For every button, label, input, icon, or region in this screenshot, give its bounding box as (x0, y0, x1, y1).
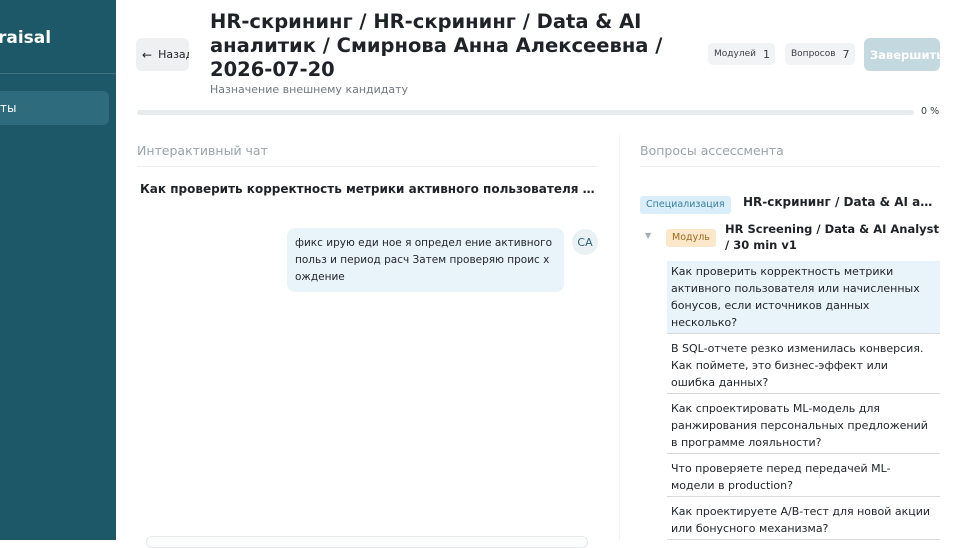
back-button[interactable]: ← Назад (136, 38, 189, 71)
assessment-divider (640, 166, 940, 167)
brand-logo-text: raisal (0, 28, 52, 48)
modules-count-chip: Модулей 1 (708, 43, 775, 65)
question-list: Как проверить корректность метрики актив… (667, 261, 940, 544)
question-item-3[interactable]: Как спроектировать ML-модель для ранжиро… (667, 398, 940, 454)
back-button-label: Назад (158, 48, 189, 61)
progress-percent: 0 % (921, 106, 940, 117)
questions-label: Вопросов (791, 49, 836, 59)
chat-input[interactable] (146, 536, 588, 548)
arrow-left-icon: ← (142, 47, 153, 62)
modules-label: Модулей (714, 49, 756, 59)
panel-divider (619, 135, 620, 540)
sidebar-divider (0, 73, 116, 74)
chevron-down-icon[interactable]: ▼ (645, 231, 651, 240)
sidebar-item-active[interactable]: ты (0, 91, 109, 125)
progress-bar (137, 110, 914, 115)
finish-button[interactable]: Завершить (864, 38, 943, 71)
specialization-name: HR-скрининг / Data & AI аналитик (743, 195, 939, 209)
chat-current-question: Как проверить корректность метрики актив… (140, 182, 595, 196)
assessment-heading: Вопросы ассессмента (640, 143, 784, 158)
question-item-2[interactable]: В SQL-отчете резко изменилась конверсия.… (667, 338, 940, 394)
question-item-1[interactable]: Как проверить корректность метрики актив… (667, 261, 940, 334)
module-badge: Модуль (666, 229, 716, 247)
page-subtitle: Назначение внешнему кандидату (210, 83, 409, 96)
chat-heading: Интерактивный чат (137, 143, 268, 158)
sidebar: raisal ты (0, 0, 116, 540)
chat-divider (137, 166, 597, 167)
modules-count: 1 (762, 47, 770, 61)
question-item-4[interactable]: Что проверяете перед передачей ML-модели… (667, 458, 940, 497)
module-name: HR Screening / Data & AI Analyst / 30 mi… (725, 222, 940, 252)
questions-count: 7 (842, 47, 850, 61)
specialization-badge: Специализация (640, 196, 731, 214)
question-item-5[interactable]: Как проектируете A/B-тест для новой акци… (667, 501, 940, 540)
questions-count-chip: Вопросов 7 (785, 43, 855, 65)
avatar: CA (572, 229, 598, 255)
page-title: HR-скрининг / HR-скрининг / Data & AI ан… (210, 10, 663, 81)
chat-message-bubble: фикс ирую еди ное я определ ение активно… (287, 228, 564, 292)
